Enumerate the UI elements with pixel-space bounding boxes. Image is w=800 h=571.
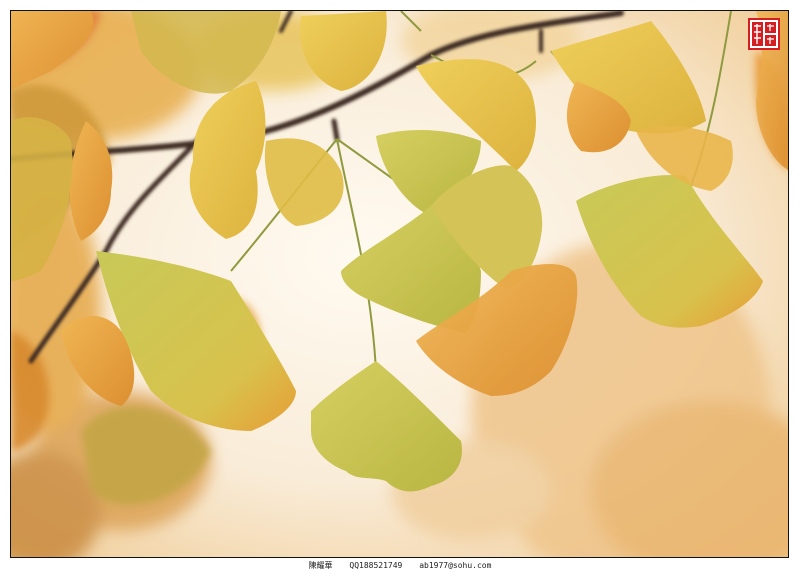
photo-caption: 陳耀華 QQ188521749 ab1977@sohu.com <box>0 560 800 571</box>
photo <box>10 10 789 558</box>
caption-name: 陳耀華 <box>308 561 333 570</box>
ginkgo-leaves-photo <box>11 11 788 557</box>
artist-seal-stamp <box>748 18 780 50</box>
caption-email: ab1977@sohu.com <box>419 561 492 570</box>
caption-qq: QQ188521749 <box>349 561 403 570</box>
